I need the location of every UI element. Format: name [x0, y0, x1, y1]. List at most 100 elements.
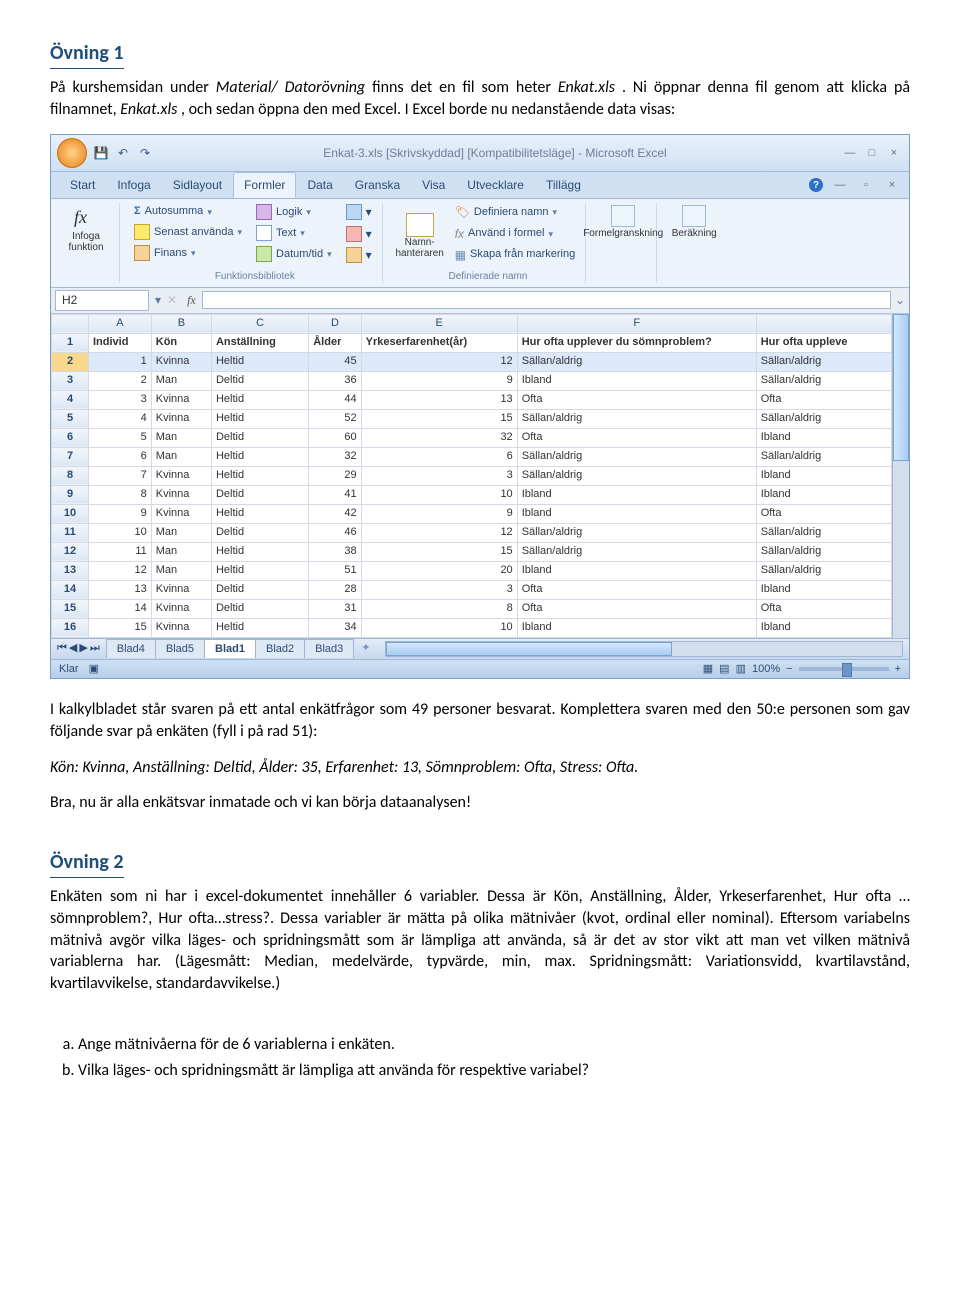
- tab-nav-next-icon[interactable]: ▶: [79, 641, 87, 656]
- cell[interactable]: 28: [309, 580, 361, 599]
- cell[interactable]: 31: [309, 599, 361, 618]
- cell[interactable]: Ibland: [517, 561, 756, 580]
- cell[interactable]: Ofta: [756, 390, 891, 409]
- sheet-tab[interactable]: Blad4: [106, 639, 156, 659]
- cell[interactable]: Kvinna: [151, 504, 211, 523]
- cell[interactable]: Deltid: [211, 580, 308, 599]
- ribbon-tab-formler[interactable]: Formler: [233, 172, 296, 198]
- cell[interactable]: 38: [309, 542, 361, 561]
- cell[interactable]: Ibland: [517, 485, 756, 504]
- cell[interactable]: 10: [361, 618, 517, 637]
- cell[interactable]: 34: [309, 618, 361, 637]
- cell[interactable]: 41: [309, 485, 361, 504]
- cell[interactable]: 9: [361, 371, 517, 390]
- cell[interactable]: Sällan/aldrig: [756, 542, 891, 561]
- cell[interactable]: 60: [309, 428, 361, 447]
- help-icon[interactable]: ?: [809, 178, 823, 192]
- cell[interactable]: 3: [361, 580, 517, 599]
- cell[interactable]: Heltid: [211, 504, 308, 523]
- cell[interactable]: Ibland: [517, 618, 756, 637]
- ribbon-tab-granska[interactable]: Granska: [344, 172, 411, 198]
- close-icon[interactable]: ×: [885, 145, 903, 161]
- row-header[interactable]: 1: [52, 333, 89, 352]
- cell[interactable]: Sällan/aldrig: [517, 542, 756, 561]
- cell[interactable]: Kvinna: [151, 390, 211, 409]
- insert-function-button[interactable]: fx Infoga funktion: [61, 203, 111, 255]
- cell[interactable]: 32: [361, 428, 517, 447]
- ribbon-tab-sidlayout[interactable]: Sidlayout: [162, 172, 233, 198]
- cell[interactable]: Kvinna: [151, 580, 211, 599]
- new-sheet-icon[interactable]: ✦: [353, 641, 378, 656]
- row-header[interactable]: 2: [52, 352, 89, 371]
- cell[interactable]: Heltid: [211, 409, 308, 428]
- col-header[interactable]: E: [361, 314, 517, 333]
- cell[interactable]: Ofta: [517, 580, 756, 599]
- formula-bar[interactable]: [202, 291, 891, 309]
- cell[interactable]: Sällan/aldrig: [756, 523, 891, 542]
- cell[interactable]: Kvinna: [151, 485, 211, 504]
- view-normal-icon[interactable]: ▦: [703, 662, 713, 677]
- cell[interactable]: 10: [89, 523, 152, 542]
- ribbon-tab-infoga[interactable]: Infoga: [106, 172, 161, 198]
- cell[interactable]: 2: [89, 371, 152, 390]
- sheet-tab[interactable]: Blad2: [255, 639, 305, 659]
- cell[interactable]: Ibland: [756, 466, 891, 485]
- row-header[interactable]: 4: [52, 390, 89, 409]
- doc-restore-icon[interactable]: ▫: [857, 177, 875, 193]
- cell[interactable]: 20: [361, 561, 517, 580]
- cell[interactable]: Sällan/aldrig: [756, 409, 891, 428]
- ribbon-tab-utvecklare[interactable]: Utvecklare: [456, 172, 535, 198]
- row-header[interactable]: 5: [52, 409, 89, 428]
- zoom-level[interactable]: 100%: [752, 662, 780, 677]
- minimize-icon[interactable]: —: [841, 145, 859, 161]
- ribbon-tab-tillagg[interactable]: Tillägg: [535, 172, 592, 198]
- col-header[interactable]: A: [89, 314, 152, 333]
- cell[interactable]: Ibland: [756, 618, 891, 637]
- row-header[interactable]: 8: [52, 466, 89, 485]
- logic-button[interactable]: Logik: [254, 203, 334, 221]
- cell[interactable]: 29: [309, 466, 361, 485]
- cell[interactable]: Ibland: [517, 371, 756, 390]
- text-button[interactable]: Text: [254, 224, 334, 242]
- cell[interactable]: 15: [89, 618, 152, 637]
- finance-button[interactable]: Finans: [132, 244, 244, 262]
- tab-nav-last-icon[interactable]: ⏭: [90, 641, 100, 656]
- cell[interactable]: Kvinna: [151, 466, 211, 485]
- row-header[interactable]: 10: [52, 504, 89, 523]
- row-header[interactable]: 13: [52, 561, 89, 580]
- tab-nav-prev-icon[interactable]: ◀: [69, 641, 77, 656]
- cell[interactable]: Sällan/aldrig: [756, 352, 891, 371]
- cell[interactable]: Sällan/aldrig: [756, 371, 891, 390]
- cell[interactable]: Ålder: [309, 333, 361, 352]
- cell[interactable]: Heltid: [211, 542, 308, 561]
- maximize-icon[interactable]: □: [863, 145, 881, 161]
- cell[interactable]: Heltid: [211, 466, 308, 485]
- cell[interactable]: Ibland: [756, 580, 891, 599]
- cell[interactable]: 10: [361, 485, 517, 504]
- date-button[interactable]: Datum/tid: [254, 245, 334, 263]
- row-header[interactable]: 15: [52, 599, 89, 618]
- cell[interactable]: Heltid: [211, 447, 308, 466]
- scrollbar-thumb[interactable]: [386, 642, 672, 656]
- cell[interactable]: 3: [89, 390, 152, 409]
- cell[interactable]: 9: [89, 504, 152, 523]
- view-layout-icon[interactable]: ▤: [719, 662, 729, 677]
- cell[interactable]: Ibland: [756, 485, 891, 504]
- cell[interactable]: Sällan/aldrig: [517, 466, 756, 485]
- doc-close-icon[interactable]: ×: [883, 177, 901, 193]
- row-header[interactable]: 14: [52, 580, 89, 599]
- cell[interactable]: Ibland: [517, 504, 756, 523]
- col-header[interactable]: C: [211, 314, 308, 333]
- fx-label-icon[interactable]: fx: [187, 292, 196, 308]
- macro-record-icon[interactable]: ▣: [89, 662, 99, 677]
- cell[interactable]: 6: [361, 447, 517, 466]
- row-header[interactable]: 3: [52, 371, 89, 390]
- row-header[interactable]: 16: [52, 618, 89, 637]
- cell[interactable]: Man: [151, 428, 211, 447]
- row-header[interactable]: 12: [52, 542, 89, 561]
- cell[interactable]: Man: [151, 523, 211, 542]
- cell[interactable]: Ofta: [756, 599, 891, 618]
- cell[interactable]: Sällan/aldrig: [756, 447, 891, 466]
- ribbon-tab-visa[interactable]: Visa: [411, 172, 456, 198]
- tab-nav-first-icon[interactable]: ⏮: [57, 641, 67, 656]
